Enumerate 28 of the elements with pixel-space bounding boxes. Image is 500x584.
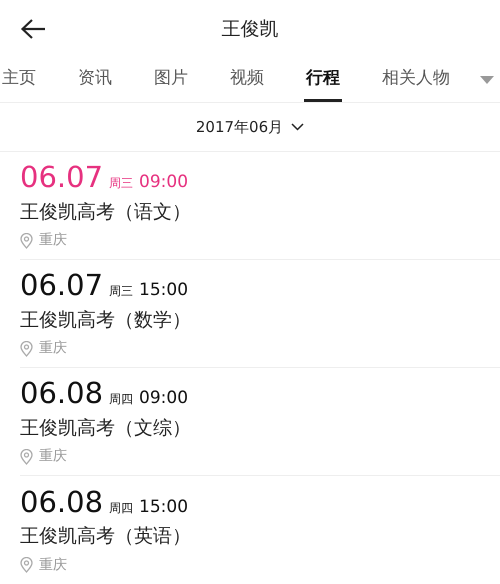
tab[interactable]: 图片: [152, 58, 190, 102]
event-date: 06.08: [20, 376, 104, 410]
event-time: 15:00: [139, 496, 188, 518]
event-weekday: 周三: [109, 283, 134, 300]
event-location: 重庆: [39, 339, 67, 358]
event-location: 重庆: [39, 447, 67, 466]
tab[interactable]: 资讯: [76, 58, 114, 102]
event-location: 重庆: [39, 556, 67, 574]
event-title: 王俊凯高考（英语）: [20, 524, 192, 549]
tab[interactable]: 主页: [0, 58, 38, 102]
page-title: 王俊凯: [222, 16, 278, 42]
tab[interactable]: 视频: [228, 58, 266, 102]
tab[interactable]: 行程: [304, 58, 342, 102]
event-weekday: 周四: [109, 391, 134, 408]
event-date: 06.07: [20, 160, 104, 194]
event-date: 06.08: [20, 484, 104, 518]
month-picker[interactable]: 2017年06月: [196, 116, 304, 138]
event-time: 15:00: [139, 279, 188, 302]
event-location: 重庆: [39, 231, 67, 250]
event-weekday: 周三: [109, 175, 134, 192]
event-title: 王俊凯高考（语文）: [20, 200, 192, 224]
event-date: 06.07: [20, 268, 104, 302]
event-time: 09:00: [139, 171, 188, 194]
event-time: 09:00: [139, 387, 188, 410]
event-title: 王俊凯高考（文综）: [20, 416, 192, 440]
tab[interactable]: 相关人物: [380, 58, 452, 102]
event-title: 王俊凯高考（数学）: [20, 308, 192, 332]
event-weekday: 周四: [109, 500, 134, 516]
